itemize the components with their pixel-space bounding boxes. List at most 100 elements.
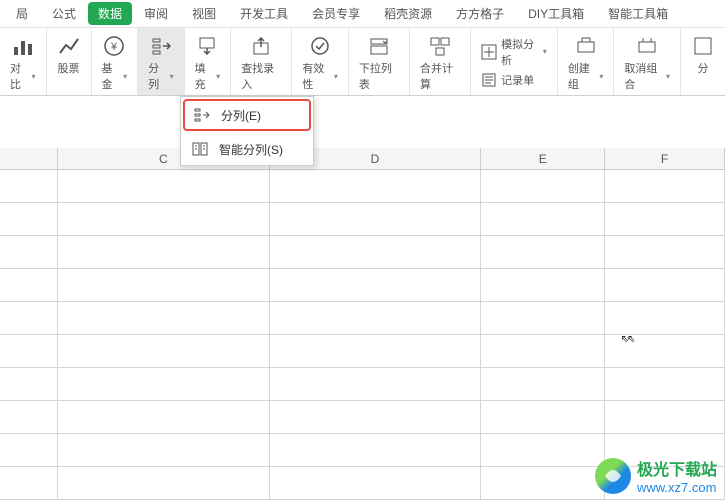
cell[interactable] (481, 401, 605, 434)
chevron-down-icon: ▾ (334, 72, 338, 81)
cell[interactable] (0, 401, 58, 434)
simulate-analysis-button[interactable]: 模拟分析▾ (481, 36, 547, 68)
dropdown-list-label: 下拉列表 (359, 60, 399, 92)
ungroup-button[interactable]: 取消组合▾ (614, 28, 681, 95)
dropdown-list-icon (367, 34, 391, 58)
tab-diy[interactable]: DIY工具箱 (516, 1, 596, 26)
cell[interactable] (58, 368, 270, 401)
menu-item-split[interactable]: 分列(E) (183, 99, 311, 131)
column-header-f[interactable]: F (605, 148, 725, 169)
compare-icon (11, 34, 35, 58)
ungroup-label: 取消组合 (624, 60, 664, 92)
column-header-e[interactable]: E (481, 148, 605, 169)
watermark: 极光下载站 www.xz7.com (595, 456, 717, 495)
cell[interactable] (270, 434, 482, 467)
tab-daoke[interactable]: 稻壳资源 (372, 1, 444, 26)
cell[interactable] (270, 401, 482, 434)
menu-item-smart-split[interactable]: 智能分列(S) (181, 133, 313, 165)
cell[interactable] (481, 335, 605, 368)
tab-member[interactable]: 会员专享 (300, 1, 372, 26)
cell[interactable] (270, 203, 482, 236)
cell[interactable] (270, 368, 482, 401)
cell[interactable] (58, 335, 270, 368)
cell[interactable] (270, 269, 482, 302)
fill-icon (195, 34, 219, 58)
find-entry-button[interactable]: 查找录入 (231, 28, 292, 95)
cell[interactable] (58, 236, 270, 269)
column-header[interactable] (0, 148, 58, 169)
fund-button[interactable]: ¥ 基金▾ (92, 28, 139, 95)
cell[interactable] (0, 467, 58, 500)
cell[interactable] (0, 269, 58, 302)
cell[interactable] (0, 335, 58, 368)
compare-button[interactable]: 对比▾ (0, 28, 47, 95)
cell[interactable] (481, 236, 605, 269)
cell[interactable] (481, 368, 605, 401)
smart-split-icon (191, 140, 209, 158)
cell[interactable] (605, 335, 725, 368)
cell[interactable] (605, 302, 725, 335)
table-row (0, 269, 725, 302)
tab-formula[interactable]: 公式 (40, 1, 88, 26)
cell[interactable] (481, 203, 605, 236)
cell[interactable] (0, 302, 58, 335)
cell[interactable] (0, 236, 58, 269)
cell[interactable] (481, 269, 605, 302)
simulate-icon (481, 44, 497, 60)
split-label: 分列 (148, 60, 168, 92)
fund-icon: ¥ (102, 34, 126, 58)
cell[interactable] (481, 170, 605, 203)
cell[interactable] (0, 170, 58, 203)
cell[interactable] (270, 335, 482, 368)
cell[interactable] (58, 401, 270, 434)
merge-label: 合并计算 (420, 60, 460, 92)
cell[interactable] (605, 368, 725, 401)
cell[interactable] (58, 302, 270, 335)
group-button[interactable]: 创建组▾ (558, 28, 615, 95)
record-form-button[interactable]: 记录单 (481, 72, 547, 88)
dropdown-list-button[interactable]: 下拉列表 (349, 28, 410, 95)
text-to-columns-button[interactable]: 分列▾ (138, 28, 185, 95)
stock-button[interactable]: 股票 (47, 28, 92, 95)
merge-calculate-button[interactable]: 合并计算 (410, 28, 471, 95)
subtotal-label: 分 (698, 60, 709, 76)
cell[interactable] (58, 170, 270, 203)
tab-layout[interactable]: 局 (4, 1, 40, 26)
cell[interactable] (270, 236, 482, 269)
tab-review[interactable]: 审阅 (132, 1, 180, 26)
cell[interactable] (58, 434, 270, 467)
validity-button[interactable]: 有效性▾ (292, 28, 349, 95)
split-icon (149, 34, 173, 58)
cell[interactable] (270, 467, 482, 500)
chevron-down-icon: ▾ (543, 47, 547, 56)
table-row (0, 335, 725, 368)
cell[interactable] (0, 434, 58, 467)
subtotal-button[interactable]: 分 (681, 28, 725, 95)
fill-button[interactable]: 填充▾ (185, 28, 232, 95)
cell[interactable] (58, 467, 270, 500)
tab-data[interactable]: 数据 (88, 2, 132, 25)
table-row (0, 368, 725, 401)
cell[interactable] (481, 302, 605, 335)
cell[interactable] (481, 434, 605, 467)
cell[interactable] (0, 368, 58, 401)
stock-label: 股票 (58, 60, 80, 76)
cell[interactable] (58, 203, 270, 236)
cell[interactable] (270, 170, 482, 203)
watermark-logo-icon (595, 458, 631, 494)
cell[interactable] (605, 236, 725, 269)
tab-fanggezi[interactable]: 方方格子 (444, 1, 516, 26)
tab-view[interactable]: 视图 (180, 1, 228, 26)
tab-smarttool[interactable]: 智能工具箱 (596, 1, 680, 26)
cell[interactable] (58, 269, 270, 302)
cell[interactable] (0, 203, 58, 236)
cell[interactable] (605, 269, 725, 302)
tab-developer[interactable]: 开发工具 (228, 1, 300, 26)
cell[interactable] (605, 203, 725, 236)
cell[interactable] (605, 170, 725, 203)
cell[interactable] (270, 302, 482, 335)
chevron-down-icon: ▾ (170, 72, 174, 81)
grid[interactable] (0, 170, 725, 500)
cell[interactable] (605, 401, 725, 434)
cell[interactable] (481, 467, 605, 500)
